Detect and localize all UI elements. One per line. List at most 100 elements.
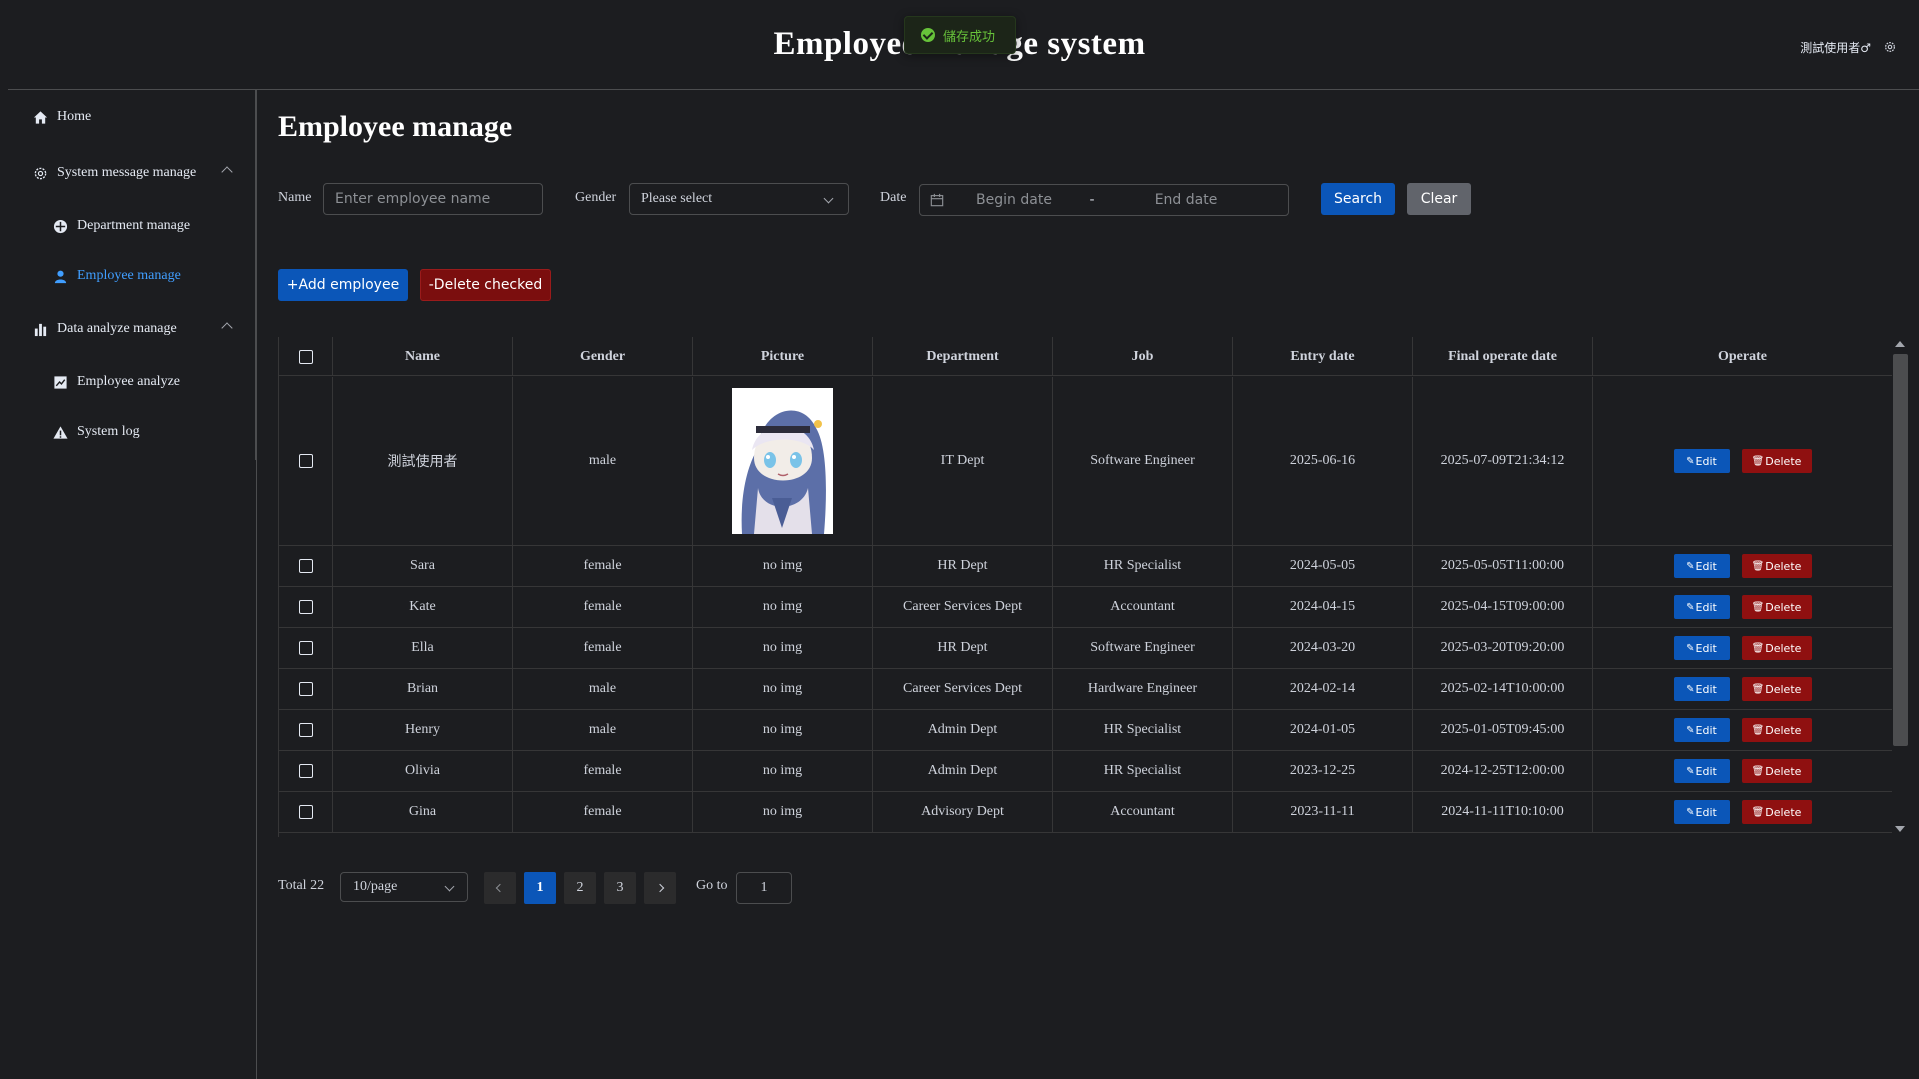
row-checkbox-cell [279,751,333,791]
cell-department: HR Dept [873,546,1053,586]
cell-picture: no img [693,628,873,668]
delete-label: Delete [1765,454,1802,468]
edit-button[interactable]: ✎ Edit [1673,800,1730,824]
operate-cell: ✎ Edit 🗑 Delete [1593,710,1892,750]
scroll-up-arrow[interactable] [1895,341,1905,347]
delete-label: Delete [1765,641,1802,655]
row-checkbox[interactable] [298,454,313,468]
page-button-2[interactable]: 2 [564,872,596,904]
row-checkbox[interactable] [298,805,313,819]
edit-button[interactable]: ✎ Edit [1673,554,1730,578]
trash-icon: 🗑 [1751,601,1765,613]
toast-message: 儲存成功 [943,29,996,45]
user-icon [52,268,68,284]
add-employee-button[interactable]: +Add employee [278,269,408,301]
chevron-up-icon [221,166,233,178]
chevron-down-icon [823,193,834,204]
edit-label: Edit [1695,641,1717,655]
date-range-picker[interactable]: Begin date - End date [919,184,1289,216]
delete-button[interactable]: 🗑 Delete [1741,677,1812,701]
delete-checked-button[interactable]: -Delete checked [420,269,551,301]
edit-button[interactable]: ✎ Edit [1673,759,1730,783]
page-button-1[interactable]: 1 [524,872,556,904]
row-checkbox[interactable] [298,641,313,655]
name-search-input[interactable]: Enter employee name [323,183,543,215]
edit-button[interactable]: ✎ Edit [1673,677,1730,701]
department-icon [52,218,68,234]
delete-button[interactable]: 🗑 Delete [1741,595,1812,619]
page-button-3[interactable]: 3 [604,872,636,904]
operate-cell: ✎ Edit 🗑 Delete [1593,792,1892,832]
select-all-cell [279,337,333,376]
sidebar-item-data-analyze[interactable]: Data analyze manage [0,309,256,349]
goto-label: Go to [696,878,728,893]
edit-button[interactable]: ✎ Edit [1673,718,1730,742]
cell-department: Advisory Dept [873,792,1053,832]
column-header: Picture [693,337,873,376]
cell-job: HR Specialist [1053,546,1233,586]
sidebar-item-system-message[interactable]: System message manage [0,153,256,193]
end-date-input[interactable]: End date [1106,192,1266,208]
delete-button[interactable]: 🗑 Delete [1741,554,1812,578]
gender-select[interactable]: Please select [629,183,849,215]
page-size-value: 10/page [353,879,398,894]
begin-date-input[interactable]: Begin date [950,192,1078,208]
next-page-button[interactable] [644,872,676,904]
chevron-up-icon [221,322,233,334]
cell-name: Kate [333,587,513,627]
delete-button[interactable]: 🗑 Delete [1741,759,1812,783]
edit-icon: ✎ [1686,765,1695,777]
row-checkbox[interactable] [298,600,313,614]
cell-job: Software Engineer [1053,377,1233,545]
edit-label: Edit [1695,454,1717,468]
calendar-icon [930,193,944,207]
row-checkbox[interactable] [298,559,313,573]
cell-name: Gina [333,792,513,832]
cell-gender: female [513,628,693,668]
operate-cell: ✎ Edit 🗑 Delete [1593,546,1892,586]
delete-button[interactable]: 🗑 Delete [1741,636,1812,660]
cell-name: Ella [333,628,513,668]
sidebar-item-system-log[interactable]: System log [0,412,256,452]
cell-job: Accountant [1053,587,1233,627]
page-size-select[interactable]: 10/page [340,872,468,902]
sidebar-item-home[interactable]: Home [0,97,256,137]
table-row: Olivia female no img Admin Dept HR Specialis… [279,751,1892,792]
sidebar-item-employee[interactable]: Employee manage [0,256,256,296]
cell-name: Olivia [333,751,513,791]
trash-icon: 🗑 [1751,724,1765,736]
gender-select-value: Please select [641,191,713,206]
sidebar-item-department[interactable]: Department manage [0,206,256,246]
cell-name: Brian [333,669,513,709]
search-button[interactable]: Search [1321,183,1395,215]
goto-page-input[interactable]: 1 [736,872,792,904]
picture-cell [693,377,873,545]
row-checkbox[interactable] [298,723,313,737]
delete-button[interactable]: 🗑 Delete [1741,718,1812,742]
row-checkbox[interactable] [298,764,313,778]
edit-icon: ✎ [1686,683,1695,695]
row-checkbox-cell [279,546,333,586]
cell-entry: 2024-05-05 [1233,546,1413,586]
scroll-down-arrow[interactable] [1895,826,1905,832]
current-user[interactable]: 測試使用者♂ [1800,39,1871,56]
employee-avatar-image [732,388,833,534]
sidebar-item-employee-analyze[interactable]: Employee analyze [0,362,256,402]
clear-button[interactable]: Clear [1407,183,1471,215]
operate-cell: ✎ Edit 🗑 Delete [1593,377,1892,545]
delete-button[interactable]: 🗑 Delete [1741,449,1812,473]
table-scrollbar-thumb[interactable] [1893,354,1908,746]
edit-button[interactable]: ✎ Edit [1673,449,1730,473]
select-all-checkbox[interactable] [298,349,313,364]
page-title: Employee manage [278,110,513,143]
row-checkbox[interactable] [298,682,313,696]
delete-button[interactable]: 🗑 Delete [1741,800,1812,824]
gear-icon[interactable] [1883,40,1897,54]
cell-entry: 2024-02-14 [1233,669,1413,709]
cell-picture: no img [693,710,873,750]
cell-job: Accountant [1053,792,1233,832]
trend-chart-icon [52,374,68,390]
edit-button[interactable]: ✎ Edit [1673,595,1730,619]
prev-page-button[interactable] [484,872,516,904]
edit-button[interactable]: ✎ Edit [1673,636,1730,660]
